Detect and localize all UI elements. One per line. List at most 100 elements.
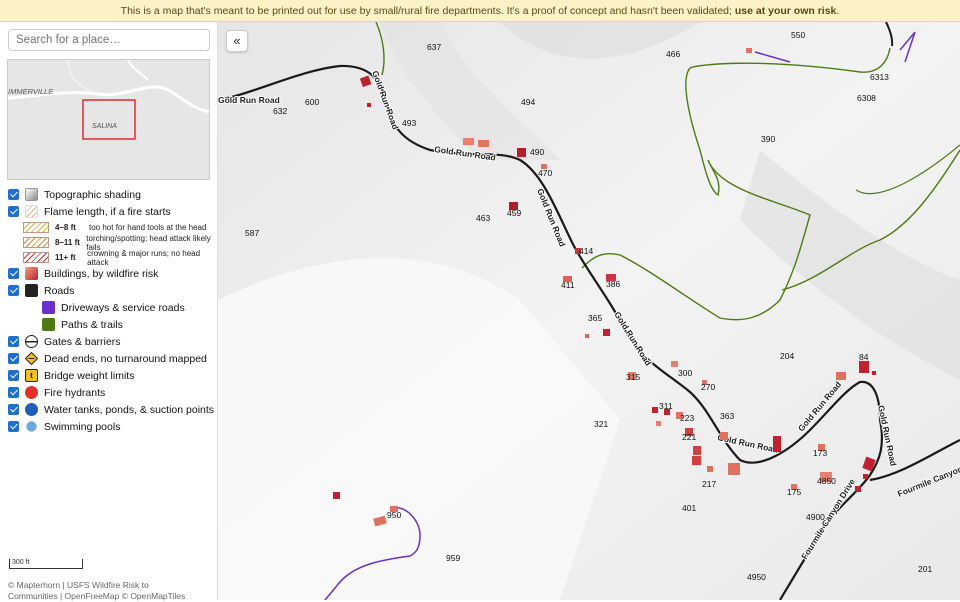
flame-label: Flame length, if a fire starts: [44, 205, 171, 218]
banner-warning: use at your own risk: [734, 5, 837, 17]
scale-bar: 300 ft: [9, 559, 83, 569]
address-label: 463: [476, 213, 490, 223]
address-label: 175: [787, 487, 801, 497]
map-graphic: Gold Run Road Gold Run Road Gold Run Roa…: [218, 22, 960, 600]
flame-range: 8–11 ft: [55, 238, 80, 247]
address-label: 223: [680, 413, 694, 423]
water-label: Water tanks, ponds, & suction points: [44, 403, 215, 416]
building[interactable]: [693, 446, 701, 455]
address-label: 550: [791, 30, 805, 40]
layer-bridges[interactable]: t Bridge weight limits: [8, 367, 216, 384]
address-label: 6313: [870, 72, 889, 82]
address-label: 632: [273, 106, 287, 116]
building[interactable]: [863, 474, 868, 479]
building[interactable]: [746, 48, 752, 53]
flame-desc: too hot for hand tools at the head: [89, 223, 207, 232]
layer-deadends[interactable]: Dead ends, no turnaround mapped: [8, 350, 216, 367]
address-label: 459: [507, 208, 521, 218]
hatch-high-icon: [23, 252, 49, 263]
building[interactable]: [836, 372, 846, 380]
address-label: 201: [918, 564, 932, 574]
building[interactable]: [517, 148, 526, 157]
building[interactable]: [652, 407, 658, 413]
address-label: 173: [813, 448, 827, 458]
layer-hydrants[interactable]: Fire hydrants: [8, 384, 216, 401]
roads-label: Roads: [44, 284, 75, 297]
flame-range: 4–8 ft: [55, 223, 76, 232]
topo-label: Topographic shading: [44, 188, 141, 201]
topo-checkbox[interactable]: [8, 189, 19, 200]
hatch-mid-icon: [23, 237, 49, 248]
address-label: 321: [594, 419, 608, 429]
building[interactable]: [773, 436, 781, 452]
water-icon: [25, 403, 38, 416]
topo-swatch-icon: [25, 188, 38, 201]
map-canvas[interactable]: Gold Run Road Gold Run Road Gold Run Roa…: [218, 22, 960, 600]
address-label: 587: [245, 228, 259, 238]
search-input[interactable]: [8, 29, 210, 51]
layer-pools[interactable]: Swimming pools: [8, 418, 216, 435]
gates-checkbox[interactable]: [8, 336, 19, 347]
building[interactable]: [872, 371, 876, 375]
attribution: © Mapterhorn | USFS Wildfire Risk to Com…: [8, 580, 186, 601]
disclaimer-banner: This is a map that's meant to be printed…: [0, 0, 960, 22]
collapse-sidebar-button[interactable]: «: [226, 30, 248, 52]
buildings-checkbox[interactable]: [8, 268, 19, 279]
address-label: 466: [666, 49, 680, 59]
flame-swatch-icon: [25, 205, 38, 218]
layer-roads[interactable]: Roads: [8, 282, 216, 299]
pools-label: Swimming pools: [44, 420, 121, 433]
building[interactable]: [603, 329, 610, 336]
layer-water[interactable]: Water tanks, ponds, & suction points: [8, 401, 216, 418]
address-label: 4850: [817, 476, 836, 486]
pools-checkbox[interactable]: [8, 421, 19, 432]
overview-minimap[interactable]: IMMERVILLE SALINA: [7, 59, 210, 180]
address-label: 959: [446, 553, 460, 563]
flame-desc: crowning & major runs; no head attack: [87, 248, 201, 267]
building[interactable]: [728, 463, 740, 475]
deadends-checkbox[interactable]: [8, 353, 19, 364]
bridges-label: Bridge weight limits: [44, 369, 135, 382]
building[interactable]: [478, 140, 489, 147]
address-label: 4950: [747, 572, 766, 582]
address-label: 490: [530, 147, 544, 157]
layer-paths: Paths & trails: [42, 316, 216, 333]
sidebar: IMMERVILLE SALINA Topographic shading Fl…: [0, 22, 218, 601]
trail-swatch-icon: [42, 318, 55, 331]
address-label: 470: [538, 168, 552, 178]
address-label: 217: [702, 479, 716, 489]
building[interactable]: [656, 421, 661, 426]
address-label: 221: [682, 432, 696, 442]
building[interactable]: [707, 466, 713, 472]
address-label: 363: [720, 411, 734, 421]
hydrants-checkbox[interactable]: [8, 387, 19, 398]
layer-gates[interactable]: Gates & barriers: [8, 333, 216, 350]
pool-icon: [26, 421, 37, 432]
flame-checkbox[interactable]: [8, 206, 19, 217]
roads-checkbox[interactable]: [8, 285, 19, 296]
building[interactable]: [720, 432, 728, 440]
building[interactable]: [463, 138, 474, 145]
building[interactable]: [692, 456, 701, 465]
water-checkbox[interactable]: [8, 404, 19, 415]
address-label: 494: [521, 97, 535, 107]
building[interactable]: [585, 334, 589, 338]
building-swatch-icon: [25, 267, 38, 280]
building[interactable]: [333, 492, 340, 499]
building[interactable]: [367, 103, 371, 107]
gates-label: Gates & barriers: [44, 335, 121, 348]
address-label: 637: [427, 42, 441, 52]
layer-flame[interactable]: Flame length, if a fire starts: [8, 203, 216, 220]
bridges-checkbox[interactable]: [8, 370, 19, 381]
flame-level-3: 11+ ft crowning & major runs; no head att…: [23, 248, 216, 267]
address-label: 84: [859, 352, 869, 362]
hydrants-label: Fire hydrants: [44, 386, 106, 399]
layer-topo[interactable]: Topographic shading: [8, 186, 216, 203]
building[interactable]: [855, 486, 861, 492]
layer-driveways: Driveways & service roads: [42, 299, 216, 316]
banner-end: .: [836, 5, 840, 17]
layer-buildings[interactable]: Buildings, by wildfire risk: [8, 265, 216, 282]
building[interactable]: [671, 361, 678, 367]
address-label: 950: [387, 510, 401, 520]
building[interactable]: [859, 361, 869, 373]
